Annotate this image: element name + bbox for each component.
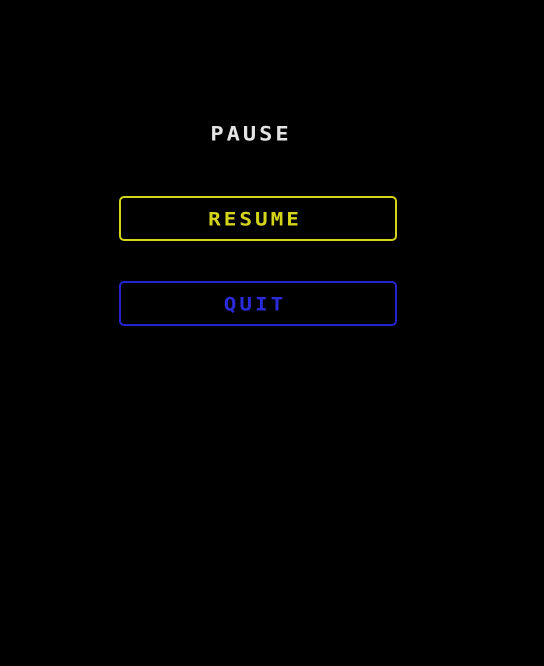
game-screen: PAUSE RESUME QUIT bbox=[0, 0, 544, 666]
pause-title: PAUSE bbox=[210, 123, 292, 146]
resume-button[interactable]: RESUME bbox=[119, 196, 397, 241]
quit-button-label: QUIT bbox=[223, 292, 287, 315]
resume-button-label: RESUME bbox=[208, 207, 302, 230]
quit-button[interactable]: QUIT bbox=[119, 281, 397, 326]
